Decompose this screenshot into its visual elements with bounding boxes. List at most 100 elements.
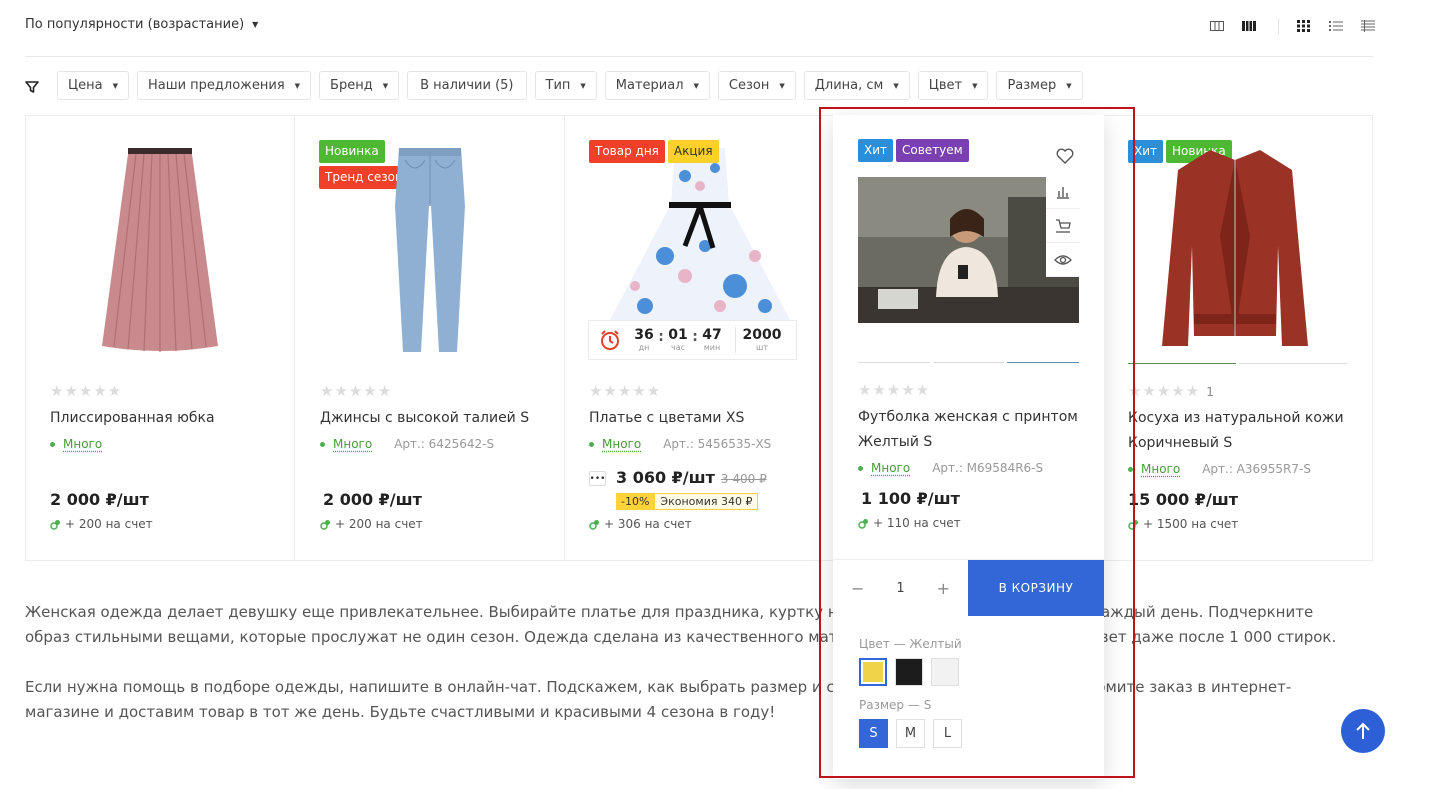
grid-view-icon[interactable] — [1297, 20, 1311, 32]
size-option-m[interactable]: M — [896, 719, 925, 748]
dash: — — [893, 637, 906, 651]
product-card[interactable]: Товар дня Акция 36 дн : 01 час : 47 мин 200… — [565, 116, 835, 560]
product-name[interactable]: Футболка женская с принтом Желтый S — [858, 405, 1088, 455]
rating-count: 1 — [1206, 385, 1214, 399]
image-dot[interactable] — [1239, 363, 1347, 364]
filter-icon[interactable] — [25, 80, 39, 94]
product-name[interactable]: Косуха из натуральной кожи Коричневый S — [1128, 406, 1358, 456]
quantity-stepper: − 1 + — [833, 560, 968, 616]
timer-hours-label: час — [670, 342, 686, 352]
minus-button[interactable]: − — [851, 579, 864, 598]
chevron-down-icon: ▼ — [972, 81, 978, 90]
article-number: Арт.: 6425642-S — [394, 437, 495, 451]
plus-button[interactable]: + — [937, 579, 950, 598]
timer-hours-value: 01 — [668, 326, 688, 343]
stock-status[interactable]: Много — [1141, 462, 1180, 476]
bonus-info: + 200 на счет — [320, 517, 423, 531]
list-view-icon[interactable] — [1329, 20, 1343, 32]
image-dot-active[interactable] — [1007, 362, 1080, 363]
filter-length[interactable]: Длина, см ▼ — [803, 71, 910, 100]
buy-one-click-button[interactable] — [1046, 209, 1080, 243]
filter-size[interactable]: Размер ▼ — [996, 71, 1083, 100]
badges: Хит Советуем — [858, 139, 988, 162]
size-option-s[interactable]: S — [859, 719, 888, 748]
filter-label: В наличии (5) — [420, 78, 514, 93]
product-card[interactable]: Хит Новинка ★★★★★ 1 Косуха из натуральной… — [1104, 116, 1372, 560]
bonus-text: + 1500 на счет — [1143, 517, 1239, 531]
filter-type[interactable]: Тип ▼ — [534, 71, 597, 100]
description-paragraph: Женская одежда делает девушку еще привле… — [25, 603, 1337, 646]
bonus-icon — [858, 518, 868, 529]
add-to-cart-row: − 1 + В КОРЗИНУ — [833, 559, 1104, 616]
more-prices-button[interactable]: ••• — [589, 471, 606, 486]
product-image-dress[interactable] — [605, 146, 795, 324]
product-card[interactable]: Новинка Тренд сезона ★★★★★ Джинсы с высо… — [295, 116, 565, 560]
image-pagination — [1128, 363, 1347, 364]
stock-status[interactable]: Много — [333, 437, 372, 451]
product-name[interactable]: Джинсы с высокой талией S — [320, 406, 550, 431]
stock-status[interactable]: Много — [871, 461, 910, 475]
image-dot[interactable] — [1128, 363, 1236, 364]
product-price: 2 000 ₽/шт — [323, 490, 422, 509]
bonus-text: + 306 на счет — [604, 517, 692, 531]
swatch-fill — [863, 662, 883, 682]
rating-stars: ★★★★★ — [50, 382, 123, 400]
swatch-black[interactable] — [895, 658, 923, 686]
badge-promo: Акция — [667, 140, 719, 163]
stock-status[interactable]: Много — [602, 437, 641, 451]
image-dot[interactable] — [858, 362, 930, 363]
product-price: 15 000 ₽/шт — [1128, 490, 1239, 509]
scroll-to-top-button[interactable] — [1341, 709, 1385, 753]
product-image-jacket[interactable] — [1160, 146, 1310, 356]
compare-button[interactable] — [1046, 175, 1080, 209]
article-number: Арт.: A36955R7-S — [1202, 462, 1311, 476]
product-card[interactable]: ★★★★★ Плиссированная юбка Много 2 000 ₽/… — [26, 116, 295, 560]
view-toggles — [1192, 17, 1375, 35]
product-card-expanded[interactable]: Хит Советуем ★★★★★ Футболка женская с пр… — [833, 115, 1104, 779]
timer-minutes: 47 мин — [699, 327, 725, 353]
sort-dropdown[interactable]: По популярности (возрастание) ▼ — [25, 17, 258, 32]
chevron-down-icon: ▼ — [252, 20, 259, 29]
bonus-text: + 200 на счет — [65, 517, 153, 531]
badge-recommend: Советуем — [896, 139, 969, 162]
chevron-down-icon: ▼ — [1066, 81, 1072, 90]
product-name[interactable]: Платье с цветами XS — [589, 406, 819, 431]
filter-color[interactable]: Цвет ▼ — [917, 71, 989, 100]
filter-material[interactable]: Материал ▼ — [604, 71, 710, 100]
color-label: Цвет — Желтый — [859, 637, 962, 651]
image-dot[interactable] — [932, 362, 1005, 363]
badge-new: Новинка — [319, 140, 385, 163]
product-image-jeans[interactable] — [385, 146, 475, 356]
discount-info: -10% Экономия 340 ₽ — [616, 493, 759, 510]
filter-brand[interactable]: Бренд ▼ — [319, 71, 400, 100]
swatch-white[interactable] — [931, 658, 959, 686]
chevron-down-icon: ▼ — [893, 81, 899, 90]
product-image-skirt[interactable] — [100, 146, 220, 356]
stock-status[interactable]: Много — [63, 437, 102, 451]
rating-stars: ★★★★★ 1 — [1128, 382, 1214, 400]
size-options: S M L — [859, 719, 962, 748]
table-view-icon[interactable] — [1361, 20, 1375, 32]
chevron-down-icon: ▼ — [294, 81, 301, 90]
heart-icon[interactable] — [1056, 148, 1074, 164]
swatch-yellow[interactable] — [859, 658, 887, 686]
view-compact-icon[interactable] — [1210, 20, 1224, 32]
product-price: 1 100 ₽/шт — [861, 489, 960, 508]
filter-price[interactable]: Цена ▼ — [57, 71, 129, 100]
view-wide-icon[interactable] — [1242, 20, 1256, 32]
top-divider — [25, 56, 1373, 57]
quick-view-button[interactable] — [1046, 243, 1080, 277]
filter-in-stock[interactable]: В наличии (5) — [407, 71, 527, 100]
size-option-l[interactable]: L — [933, 719, 962, 748]
bonus-info: + 1500 на счет — [1128, 517, 1238, 531]
product-name[interactable]: Плиссированная юбка — [50, 406, 280, 431]
filter-offers[interactable]: Наши предложения ▼ — [136, 71, 312, 100]
product-price: 2 000 ₽/шт — [50, 490, 149, 509]
badge-hit: Хит — [1128, 140, 1164, 163]
color-swatches — [859, 658, 962, 686]
availability: Много Арт.: M69584R6-S — [858, 461, 1043, 475]
quantity-value[interactable]: 1 — [896, 581, 904, 596]
article-number: Арт.: 5456535-XS — [663, 437, 772, 451]
add-to-cart-button[interactable]: В КОРЗИНУ — [968, 560, 1104, 616]
filter-season[interactable]: Сезон ▼ — [717, 71, 796, 100]
